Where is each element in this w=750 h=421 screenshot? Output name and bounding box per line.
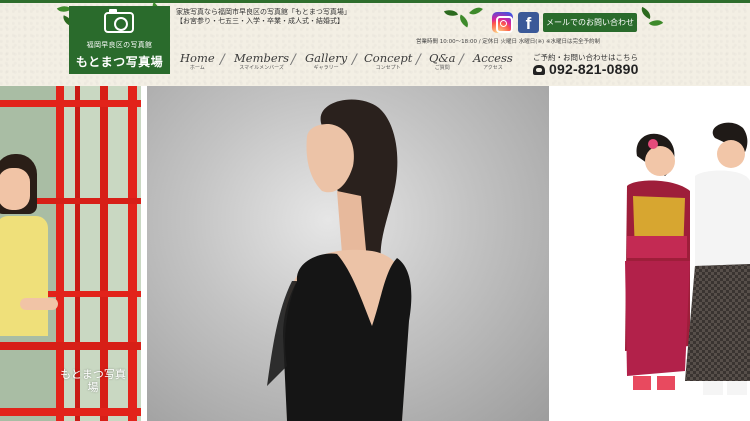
nav-separator: / (416, 52, 421, 68)
nav-separator: / (220, 52, 225, 68)
kimono-children-graphic (625, 122, 750, 395)
nav-item-label: Gallery (305, 51, 348, 65)
nav-item-label: Members (234, 51, 290, 65)
nav-item-concept[interactable]: Concept コンセプト (364, 51, 412, 72)
nav-separator: / (291, 52, 296, 68)
child-face (0, 168, 30, 210)
tagline-line-1: 家族写真なら福岡市早良区の写真館「もとまつ写真場」 (176, 8, 351, 16)
woman-in-leotard-portrait[interactable] (147, 86, 549, 421)
child-on-playground-photo[interactable]: もとまつ写真場 (0, 86, 141, 421)
nav-item-label: Home (180, 51, 215, 65)
facebook-icon[interactable]: f (518, 12, 539, 33)
tagline-line-2: 【お宮参り・七五三・入学・卒業・成人式・結婚式】 (176, 17, 344, 25)
nav-item-sublabel: コンセプト (375, 65, 401, 71)
leaf-decoration-icon (469, 3, 483, 19)
nav-item-label: Access (473, 51, 513, 65)
nav-item-gallery[interactable]: Gallery ギャラリー (305, 51, 347, 72)
nav-item-sublabel: ホーム (189, 65, 205, 71)
nav-item-sublabel: ご質問 (434, 65, 450, 71)
nav-item-members[interactable]: Members スマイルメンバーズ (234, 51, 289, 72)
nav-item-sublabel: ギャラリー (313, 65, 339, 71)
nav-item-sublabel: スマイルメンバーズ (239, 65, 284, 71)
nav-item-label: Q&a (429, 51, 456, 65)
kimono-children-photo[interactable] (555, 86, 750, 421)
site-tagline: 家族写真なら福岡市早良区の写真館「もとまつ写真場」 【お宮参り・七五三・入学・卒… (176, 8, 446, 26)
portrait-graphic (267, 99, 412, 421)
watermark-logo: もとまつ写真場 (58, 368, 128, 406)
logo-subtitle: 福岡早良区の写真館 (86, 41, 153, 49)
leaf-decoration-icon (456, 14, 472, 28)
nav-item-access[interactable]: Access アクセス (473, 51, 513, 72)
phone-number-link[interactable]: 092-821-0890 (549, 61, 639, 77)
site-logo[interactable]: 福岡早良区の写真館 もとまつ写真場 (69, 6, 170, 74)
phone-icon (533, 65, 545, 75)
nav-item-label: Concept (364, 51, 413, 65)
nav-separator: / (352, 52, 357, 68)
leaf-decoration-icon (443, 7, 459, 19)
nav-separator: / (459, 52, 464, 68)
nav-item-home[interactable]: Home ホーム (180, 51, 215, 72)
nav-item-qa[interactable]: Q&a ご質問 (429, 51, 456, 72)
site-header: 福岡早良区の写真館 もとまつ写真場 家族写真なら福岡市早良区の写真館「もとまつ写… (0, 0, 750, 86)
watermark-logo-text: もとまつ写真場 (60, 368, 126, 394)
mail-contact-button[interactable]: メールでのお問い合わせ (543, 13, 637, 32)
child-body (0, 216, 48, 336)
hero-slider: もとまつ写真場 (0, 86, 750, 421)
nav-item-sublabel: アクセス (483, 65, 503, 71)
camera-icon (104, 9, 134, 33)
instagram-icon[interactable] (492, 12, 513, 33)
business-hours: 営業時間 10:00〜18:00 / 定休日 火曜日 水曜日(※) ※水曜日は完… (416, 39, 601, 45)
leaf-decoration-icon (648, 16, 664, 30)
logo-title: もとまつ写真場 (75, 55, 164, 69)
leaf-decoration-icon (638, 6, 654, 20)
child-arm (20, 298, 58, 310)
